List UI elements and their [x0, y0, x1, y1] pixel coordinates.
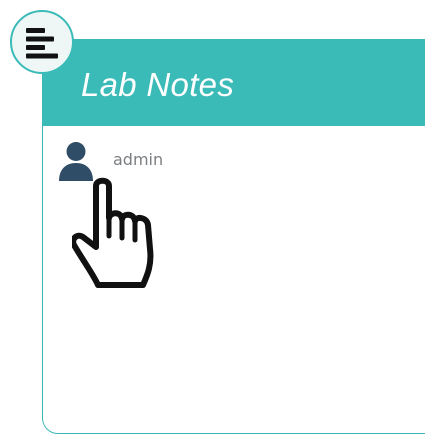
lab-notes-panel: Lab Notes admin: [42, 39, 425, 434]
panel-title: Lab Notes: [81, 66, 235, 103]
user-account-item[interactable]: admin: [57, 140, 163, 182]
screen: Lab Notes admin: [0, 0, 425, 439]
panel-header: Lab Notes: [43, 40, 425, 126]
user-name-label: admin: [113, 149, 164, 169]
menu-button[interactable]: [10, 10, 74, 74]
user-icon: [59, 142, 93, 181]
hamburger-menu-icon: [26, 28, 58, 59]
